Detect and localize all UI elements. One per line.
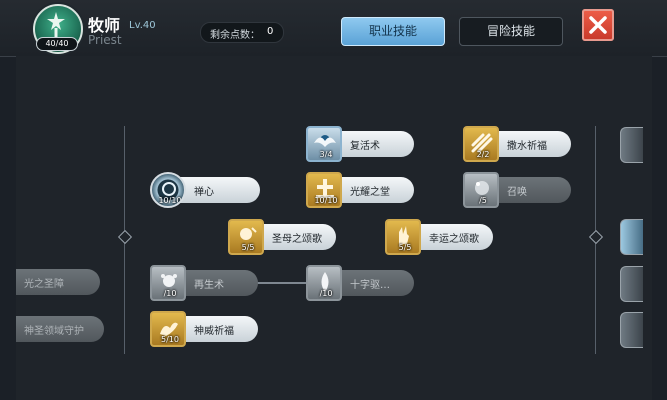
skill-guangyao[interactable]: 光耀之堂 10/10	[306, 172, 414, 208]
hymn-icon: 5/5	[228, 219, 264, 255]
skill-tree-panel: 光之圣障 神圣领域守护 复活术 3/4 撒水祈福 2/2 禅心 10/10 光耀…	[16, 56, 652, 400]
skill-shizi-level: /10	[319, 289, 333, 298]
water-ritual-icon: 2/2	[463, 126, 499, 162]
remaining-points-label: 剩余点数：	[210, 30, 260, 41]
skill-fuhuo-name: 复活术	[350, 141, 380, 152]
skill-shizi-name: 十字驱…	[350, 280, 390, 291]
skill-shengmu-name: 圣母之颂歌	[272, 234, 322, 245]
skill-zhaohuan-name: 召唤	[507, 187, 527, 198]
divine-bless-icon: 5/10	[150, 311, 186, 347]
skill-edge-right-3[interactable]	[620, 266, 643, 302]
skill-xingyun[interactable]: 幸运之颂歌 5/5	[385, 219, 493, 255]
skill-fuhuo-level: 3/4	[319, 150, 333, 159]
skill-guangyao-level: 10/10	[314, 196, 338, 205]
regeneration-icon: /10	[150, 265, 186, 301]
skill-sashui-level: 2/2	[476, 150, 490, 159]
skill-edge-right-1[interactable]	[620, 127, 643, 163]
skill-zhaohuan-level: /5	[479, 196, 487, 205]
skill-zhaohuan[interactable]: 召唤 /5	[463, 172, 571, 208]
class-level: Lv.40	[129, 20, 156, 31]
class-level-badge: 40/40	[36, 37, 78, 51]
skill-chanxin-level: 10/10	[158, 196, 182, 205]
remaining-points-value: 0	[267, 26, 274, 37]
skill-shengmu[interactable]: 圣母之颂歌 5/5	[228, 219, 336, 255]
skill-chanxin-name: 禅心	[194, 187, 214, 198]
skill-guangyao-name: 光耀之堂	[350, 187, 390, 198]
skill-sashui-name: 撒水祈福	[507, 141, 547, 152]
meditation-ring-icon: 10/10	[150, 172, 186, 208]
skill-xingyun-level: 5/5	[398, 243, 412, 252]
skill-xingyun-name: 幸运之颂歌	[429, 234, 479, 245]
tab-adventure-skills[interactable]: 冒险技能	[459, 17, 563, 46]
summon-icon: /5	[463, 172, 499, 208]
skill-shizi[interactable]: 十字驱… /10	[306, 265, 414, 301]
skill-shenwei[interactable]: 神威祈福 5/10	[150, 311, 258, 347]
holy-altar-icon: 10/10	[306, 172, 342, 208]
skill-zaisheng-level: /10	[163, 289, 177, 298]
close-button[interactable]	[582, 9, 614, 41]
skill-zaisheng-name: 再生术	[194, 280, 224, 291]
skill-sashui[interactable]: 撒水祈福 2/2	[463, 126, 571, 162]
skill-chanxin[interactable]: 禅心 10/10	[150, 172, 260, 208]
skill-fuhuo[interactable]: 复活术 3/4	[306, 126, 414, 162]
skill-edge-left-2[interactable]: 神圣领域守护	[16, 316, 104, 342]
tab-job-skills[interactable]: 职业技能	[341, 17, 445, 46]
skill-edge-left-1-label: 光之圣障	[24, 279, 64, 290]
remaining-points: 剩余点数： 0	[200, 22, 284, 43]
priest-cross-icon	[47, 12, 65, 37]
skill-zaisheng[interactable]: 再生术 /10	[150, 265, 258, 301]
class-english-name: Priest	[88, 33, 122, 47]
skill-edge-left-1[interactable]: 光之圣障	[16, 269, 100, 295]
skill-shenwei-level: 5/10	[161, 335, 179, 344]
skill-shenwei-name: 神威祈福	[194, 326, 234, 337]
cross-exorcism-icon: /10	[306, 265, 342, 301]
tier-divider-ornament	[117, 229, 133, 245]
close-icon	[589, 16, 607, 34]
tier-divider-ornament	[588, 229, 604, 245]
skill-edge-right-2[interactable]	[620, 219, 643, 255]
angel-wings-icon: 3/4	[306, 126, 342, 162]
skill-edge-right-4[interactable]	[620, 312, 643, 348]
lucky-hand-icon: 5/5	[385, 219, 421, 255]
skill-shengmu-level: 5/5	[241, 243, 255, 252]
skill-edge-left-2-label: 神圣领域守护	[24, 326, 84, 337]
skill-window-header: 40/40 牧师 Lv.40 Priest 剩余点数： 0 职业技能 冒险技能	[0, 0, 667, 57]
